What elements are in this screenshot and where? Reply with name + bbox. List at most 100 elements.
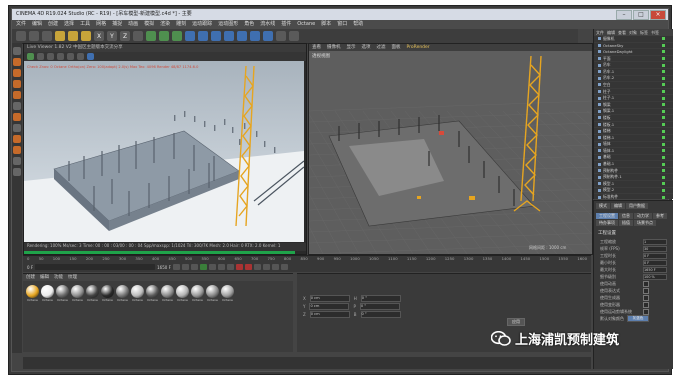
- material-ball-icon[interactable]: [191, 285, 204, 298]
- workplane-icon[interactable]: [13, 113, 21, 121]
- region-render-icon[interactable]: [67, 53, 74, 60]
- boole-icon[interactable]: [237, 31, 247, 41]
- edges-mode-icon[interactable]: [13, 69, 21, 77]
- coordinate-field[interactable]: 0 °: [359, 302, 400, 310]
- go-end-icon[interactable]: [226, 264, 234, 270]
- object-menu-item[interactable]: 书签: [651, 29, 659, 36]
- viewport-menu-item[interactable]: 查看: [312, 44, 321, 51]
- visibility-check-icon[interactable]: [662, 109, 665, 113]
- attribute-checkbox[interactable]: [643, 287, 649, 294]
- object-menu-item[interactable]: 标签: [640, 29, 648, 36]
- visibility-check-icon[interactable]: [662, 182, 665, 186]
- attribute-value-field[interactable]: 30: [643, 245, 667, 252]
- material-menu-item[interactable]: 纹理: [68, 274, 77, 281]
- visibility-check-icon[interactable]: [662, 96, 665, 100]
- viewport-menu-item[interactable]: 显示: [347, 44, 356, 51]
- close-icon[interactable]: ×: [650, 10, 666, 20]
- material-ball-icon[interactable]: [161, 285, 174, 298]
- menu-item[interactable]: 插件: [281, 20, 291, 29]
- visibility-check-icon[interactable]: [662, 103, 665, 107]
- coordinate-field[interactable]: 0 cm: [309, 302, 350, 310]
- material-swatch[interactable]: Octane: [221, 285, 234, 302]
- menu-item[interactable]: 模拟: [144, 20, 154, 29]
- attribute-mode-tab[interactable]: 用户数据: [626, 203, 648, 209]
- send-scene-icon[interactable]: [27, 53, 34, 60]
- menu-item[interactable]: 脚本: [321, 20, 331, 29]
- sculpt-icon[interactable]: [13, 168, 21, 176]
- material-ball-icon[interactable]: [26, 285, 39, 298]
- material-ball-icon[interactable]: [41, 285, 54, 298]
- visibility-check-icon[interactable]: [662, 37, 665, 41]
- render-settings-icon[interactable]: [172, 31, 182, 41]
- pen-icon[interactable]: [198, 31, 208, 41]
- select-icon[interactable]: [42, 31, 52, 41]
- attribute-subtab[interactable]: 场景节点: [634, 220, 656, 226]
- attribute-subtab[interactable]: 信息: [619, 213, 633, 219]
- keyframe-selection-icon[interactable]: [253, 264, 261, 270]
- attribute-value-field[interactable]: 0 F: [643, 252, 667, 259]
- frame-range-slider[interactable]: [35, 264, 156, 270]
- attribute-mode-tab[interactable]: 编辑: [611, 203, 625, 209]
- pause-render-icon[interactable]: [47, 53, 54, 60]
- scale-key-icon[interactable]: [280, 264, 288, 270]
- visibility-check-icon[interactable]: [662, 188, 665, 192]
- material-swatch[interactable]: Octane: [146, 285, 159, 302]
- viewport-menu-item[interactable]: 选项: [362, 44, 371, 51]
- menu-item[interactable]: 运动图形: [218, 20, 238, 29]
- rotation-key-icon[interactable]: [271, 264, 279, 270]
- visibility-check-icon[interactable]: [662, 123, 665, 127]
- tweak-icon[interactable]: [13, 157, 21, 165]
- visibility-check-icon[interactable]: [662, 76, 665, 80]
- viewport-menu-item[interactable]: 面板: [392, 44, 401, 51]
- menu-item[interactable]: 创建: [48, 20, 58, 29]
- axis-y-icon[interactable]: Y: [107, 31, 117, 41]
- material-swatch[interactable]: Octane: [86, 285, 99, 302]
- scale-icon[interactable]: [68, 31, 78, 41]
- axis-x-icon[interactable]: X: [94, 31, 104, 41]
- menu-item[interactable]: 雕刻: [176, 20, 186, 29]
- cube-icon[interactable]: [185, 31, 195, 41]
- coordinate-field[interactable]: 0 °: [360, 310, 401, 318]
- attribute-subtab[interactable]: 工程设置: [596, 213, 618, 219]
- move-icon[interactable]: [55, 31, 65, 41]
- play-icon[interactable]: [199, 264, 207, 270]
- menu-item[interactable]: 运动跟踪: [192, 20, 212, 29]
- visibility-check-icon[interactable]: [662, 162, 665, 166]
- material-ball-icon[interactable]: [206, 285, 219, 298]
- menu-item[interactable]: 渲染: [160, 20, 170, 29]
- attribute-subtab[interactable]: 动力学: [634, 213, 652, 219]
- object-row[interactable]: OctaneSky: [594, 43, 673, 50]
- attribute-subtab[interactable]: 参考: [653, 213, 667, 219]
- menu-item[interactable]: 网格: [96, 20, 106, 29]
- material-swatch[interactable]: Octane: [161, 285, 174, 302]
- material-menu-item[interactable]: 创建: [26, 274, 35, 281]
- material-swatch[interactable]: Octane: [131, 285, 144, 302]
- position-key-icon[interactable]: [262, 264, 270, 270]
- stop-render-icon[interactable]: [57, 53, 64, 60]
- timeline-ruler[interactable]: 0 50 100 150 200 250 300 350 400 450 500 550 600 650 7…: [23, 256, 591, 262]
- viewport-scene[interactable]: 网格间距 : 1000 cm: [309, 51, 592, 254]
- next-frame-icon[interactable]: [208, 264, 216, 270]
- menu-item[interactable]: 动画: [128, 20, 138, 29]
- viewport-menu-item[interactable]: 摄像机: [327, 44, 341, 51]
- visibility-check-icon[interactable]: [662, 136, 665, 140]
- material-swatch[interactable]: Octane: [116, 285, 129, 302]
- attribute-checkbox[interactable]: [643, 301, 649, 308]
- material-ball-icon[interactable]: [176, 285, 189, 298]
- record-icon[interactable]: [235, 264, 243, 270]
- rotate-icon[interactable]: [81, 31, 91, 41]
- menu-item[interactable]: 文件: [16, 20, 26, 29]
- visibility-check-icon[interactable]: [662, 90, 665, 94]
- render-view-icon[interactable]: [159, 31, 169, 41]
- visibility-check-icon[interactable]: [662, 195, 665, 199]
- menu-item[interactable]: 流水线: [260, 20, 275, 29]
- material-swatch[interactable]: Octane: [71, 285, 84, 302]
- light-icon[interactable]: [289, 31, 299, 41]
- autokey-icon[interactable]: [244, 264, 252, 270]
- model-mode-icon[interactable]: [13, 91, 21, 99]
- material-swatch[interactable]: Octane: [176, 285, 189, 302]
- material-ball-icon[interactable]: [131, 285, 144, 298]
- visibility-check-icon[interactable]: [662, 155, 665, 159]
- viewport-menu-item[interactable]: 过滤: [377, 44, 386, 51]
- visibility-check-icon[interactable]: [662, 129, 665, 133]
